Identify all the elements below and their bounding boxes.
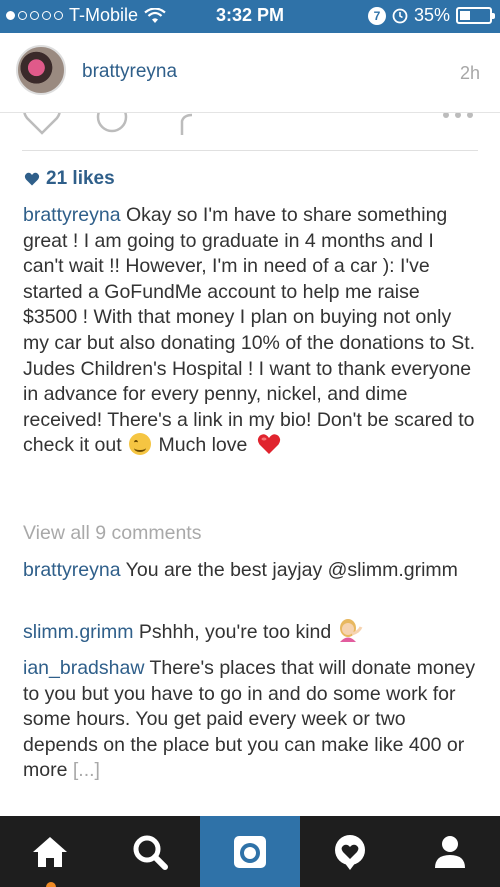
like-icon[interactable]: [22, 113, 62, 135]
bottom-tab-bar: [0, 816, 500, 887]
comment-item: slimm.grimm Pshhh, you're too kind: [23, 618, 479, 646]
camera-icon: [234, 835, 266, 868]
post-actions: [20, 113, 480, 135]
comment-username[interactable]: slimm.grimm: [23, 621, 133, 643]
likes-count[interactable]: 21 likes: [24, 168, 115, 190]
comment-text: You are the best jayjay @slimm.grimm: [125, 559, 458, 581]
home-icon: [33, 836, 67, 867]
comment-text: Pshhh, you're too kind: [138, 621, 332, 643]
smiling-face-emoji-icon: [129, 433, 152, 456]
comment-item: ian_bradshaw There's places that will do…: [23, 656, 479, 784]
share-icon[interactable]: [170, 113, 200, 135]
caption-text-2: Much love: [158, 434, 248, 457]
rotation-lock-icon: 7: [367, 6, 386, 25]
tab-home[interactable]: [0, 816, 100, 887]
red-heart-emoji-icon: [257, 434, 280, 455]
post-timestamp: 2h: [459, 63, 480, 83]
battery-percent: 35%: [413, 5, 450, 25]
information-desk-person-emoji-icon: [339, 619, 363, 642]
status-right: 7 35%: [367, 5, 495, 26]
comment-username[interactable]: ian_bradshaw: [23, 657, 144, 679]
search-icon: [133, 835, 168, 870]
heart-icon: [24, 172, 40, 186]
tab-explore[interactable]: [100, 816, 200, 887]
post-username[interactable]: brattyreyna: [82, 61, 177, 83]
notification-dot: [46, 882, 56, 887]
caption-text: Okay so I'm have to share something grea…: [23, 204, 476, 457]
status-bar: T-Mobile 3:32 PM 7 35%: [0, 0, 500, 33]
profile-icon: [435, 835, 465, 868]
likes-label: 21 likes: [46, 168, 115, 189]
avatar[interactable]: [16, 45, 66, 95]
comment-username[interactable]: brattyreyna: [23, 559, 121, 581]
more-link[interactable]: [...]: [73, 759, 100, 781]
caption-username[interactable]: brattyreyna: [23, 204, 121, 226]
post-caption: brattyreyna Okay so I'm have to share so…: [23, 203, 479, 459]
tab-profile[interactable]: [400, 816, 500, 887]
tab-activity[interactable]: [300, 816, 400, 887]
comment-icon[interactable]: [92, 113, 132, 135]
more-options-icon[interactable]: [440, 113, 480, 135]
battery-icon: [456, 7, 495, 24]
tab-camera[interactable]: [200, 816, 300, 887]
comment-item: brattyreyna You are the best jayjay @sli…: [23, 558, 479, 584]
view-all-comments-link[interactable]: View all 9 comments: [23, 522, 201, 545]
activity-icon: [335, 834, 365, 870]
alarm-icon: [392, 8, 408, 23]
post-header: brattyreyna 2h: [0, 33, 500, 113]
divider: [22, 150, 478, 151]
